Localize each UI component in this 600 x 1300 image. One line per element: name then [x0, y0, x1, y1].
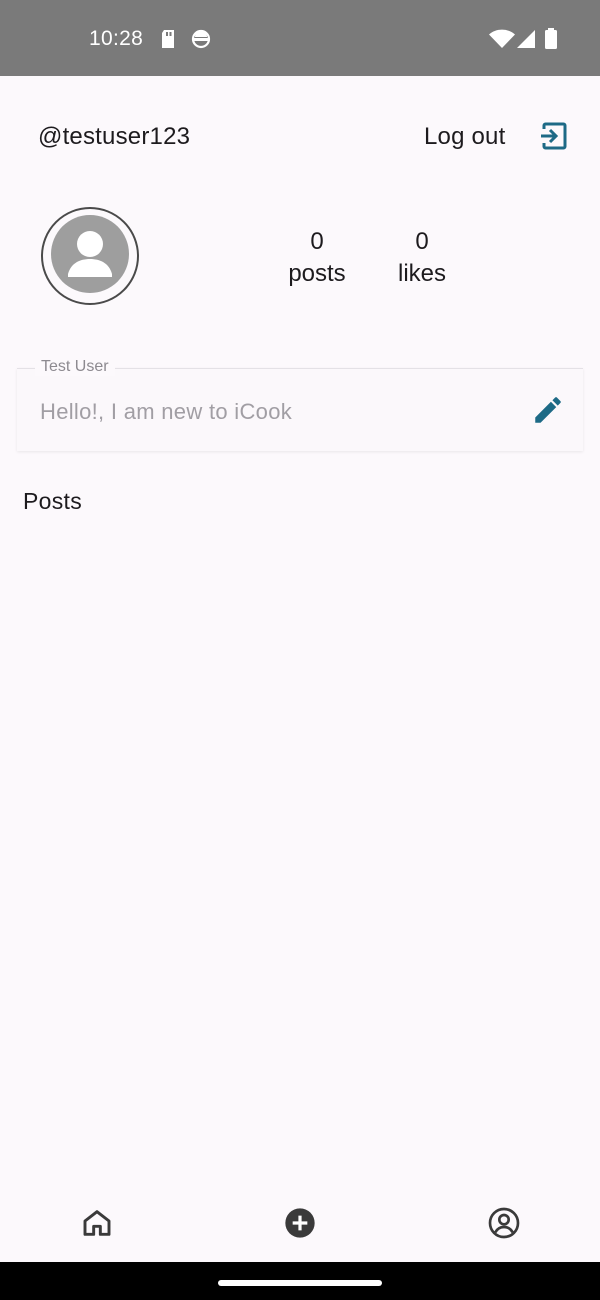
system-gesture-bar: [0, 1262, 600, 1300]
status-time: 10:28: [89, 27, 144, 50]
nav-add-button[interactable]: [284, 1207, 316, 1244]
posts-label: posts: [288, 260, 346, 287]
pencil-edit-icon[interactable]: [531, 393, 565, 432]
status-bar: 10:28: [0, 0, 600, 76]
account-avatar-icon: [50, 214, 130, 299]
likes-label: likes: [397, 260, 446, 287]
posts-count: 0: [310, 228, 324, 255]
profile-circle-icon: [488, 1207, 520, 1243]
cell-signal-icon: [516, 29, 536, 54]
battery-icon: [544, 28, 558, 55]
likes-stat: 0 likes: [377, 226, 467, 290]
add-circle-icon: [284, 1208, 316, 1243]
bio-card: Test User Hello!, I am new to iCook: [17, 358, 583, 451]
posts-stat: 0 posts: [272, 226, 362, 290]
logout-label: Log out: [424, 123, 506, 150]
bio-text: Hello!, I am new to iCook: [40, 399, 293, 424]
logout-button[interactable]: Log out: [420, 112, 580, 162]
app-notification-icon: [191, 29, 211, 54]
nav-home-button[interactable]: [81, 1207, 113, 1244]
logout-icon: [538, 120, 570, 157]
profile-avatar[interactable]: [41, 207, 139, 305]
profile-username: @testuser123: [38, 123, 191, 150]
home-icon: [81, 1210, 113, 1243]
likes-count: 0: [415, 228, 429, 255]
sd-card-icon: [160, 29, 176, 54]
posts-section-title: Posts: [23, 488, 83, 514]
gesture-handle[interactable]: [218, 1280, 382, 1286]
wifi-icon: [489, 29, 515, 54]
bio-name-label: Test User: [35, 358, 115, 376]
nav-profile-button[interactable]: [488, 1207, 520, 1244]
